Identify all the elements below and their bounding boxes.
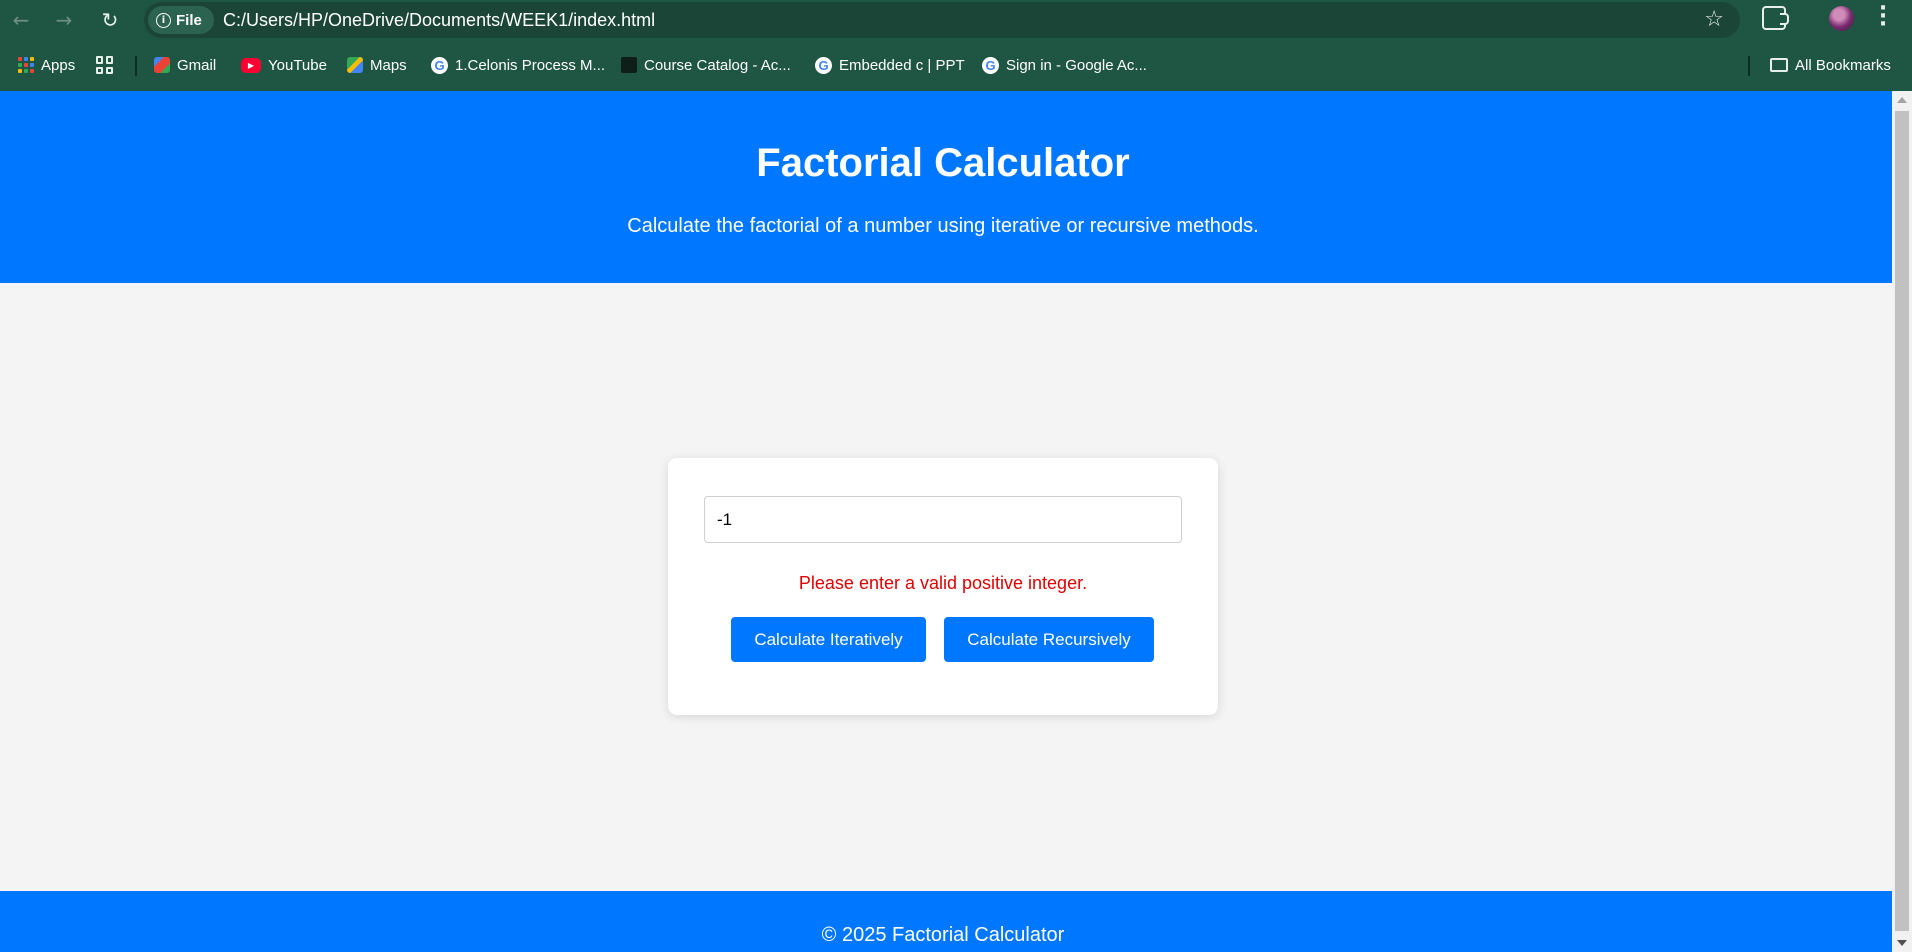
bookmark-label: Embedded c | PPT — [839, 56, 965, 74]
browser-toolbar: ← → ↻ i File C:/Users/HP/OneDrive/Docume… — [0, 0, 1912, 40]
gmail-icon — [154, 57, 170, 73]
graduation-cap-icon — [621, 57, 637, 73]
info-icon: i — [156, 12, 171, 28]
page-header: Factorial Calculator Calculate the facto… — [0, 91, 1892, 283]
bookmark-label: YouTube — [268, 56, 327, 74]
bookmark-google-signin[interactable]: G Sign in - Google Ac... — [982, 54, 1147, 76]
error-message: Please enter a valid positive integer. — [798, 573, 1088, 593]
url-text[interactable]: C:/Users/HP/OneDrive/Documents/WEEK1/ind… — [223, 10, 655, 31]
bookmark-maps[interactable]: Maps — [347, 54, 407, 76]
bookmark-gmail[interactable]: Gmail — [154, 54, 216, 76]
bookmark-celonis[interactable]: G 1.Celonis Process M... — [431, 54, 605, 76]
page-subtitle: Calculate the factorial of a number usin… — [627, 215, 1259, 237]
number-input[interactable] — [704, 496, 1182, 543]
bookmarks-divider — [1748, 56, 1750, 76]
reload-icon[interactable]: ↻ — [96, 6, 124, 34]
back-arrow-icon[interactable]: ← — [7, 6, 35, 34]
forward-arrow-icon[interactable]: → — [50, 6, 78, 34]
bookmarks-bar: Apps Gmail ▶ YouTube Maps G 1.Celonis Pr… — [0, 48, 1912, 82]
bookmark-apps[interactable]: Apps — [18, 54, 75, 76]
bookmark-course-catalog[interactable]: Course Catalog - Ac... — [621, 54, 791, 76]
page-viewport: Factorial Calculator Calculate the facto… — [0, 91, 1892, 952]
bookmarks-divider — [135, 56, 137, 76]
maps-icon — [347, 57, 363, 73]
calculate-recursively-button[interactable]: Calculate Recursively — [944, 617, 1154, 662]
extensions-puzzle-icon[interactable] — [1762, 6, 1789, 30]
google-icon: G — [982, 56, 999, 74]
bookmark-embedded-c[interactable]: G Embedded c | PPT — [815, 54, 965, 76]
folder-icon — [1770, 58, 1788, 72]
bookmark-youtube[interactable]: ▶ YouTube — [241, 54, 327, 76]
bookmark-label: Gmail — [177, 56, 217, 74]
apps-grid-icon — [18, 57, 34, 73]
all-bookmarks-label: All Bookmarks — [1795, 56, 1891, 74]
footer-text: © 2025 Factorial Calculator — [821, 924, 1065, 946]
google-icon: G — [431, 56, 448, 74]
address-bar[interactable]: i File C:/Users/HP/OneDrive/Documents/WE… — [144, 2, 1740, 38]
bookmark-label: Sign in - Google Ac... — [1006, 56, 1147, 74]
scrollbar-thumb[interactable] — [1895, 111, 1909, 931]
page-title: Factorial Calculator — [756, 141, 1130, 185]
bookmark-label: Maps — [370, 56, 407, 74]
bookmark-label: Course Catalog - Ac... — [644, 56, 791, 74]
calculator-card: Please enter a valid positive integer. C… — [668, 458, 1218, 715]
bookmark-label: Apps — [41, 56, 76, 74]
tab-groups-button[interactable] — [96, 54, 114, 76]
scroll-up-arrow-icon[interactable] — [1897, 97, 1907, 103]
browser-menu-icon[interactable]: · · · — [1878, 0, 1888, 36]
page-footer: © 2025 Factorial Calculator — [0, 891, 1892, 952]
calculate-iteratively-button[interactable]: Calculate Iteratively — [731, 617, 926, 662]
browser-chrome: ← → ↻ i File C:/Users/HP/OneDrive/Docume… — [0, 0, 1912, 91]
site-chip-label: File — [176, 11, 202, 29]
site-info-chip[interactable]: i File — [148, 6, 214, 34]
scroll-down-arrow-icon[interactable] — [1897, 940, 1907, 946]
vertical-scrollbar[interactable] — [1892, 91, 1912, 952]
bookmark-label: 1.Celonis Process M... — [455, 56, 606, 74]
youtube-icon: ▶ — [241, 57, 261, 73]
bookmark-star-icon[interactable]: ☆ — [1704, 7, 1724, 32]
google-icon: G — [815, 56, 832, 74]
tab-groups-icon — [96, 56, 114, 74]
all-bookmarks-button[interactable]: All Bookmarks — [1770, 54, 1891, 76]
profile-avatar[interactable] — [1829, 6, 1854, 31]
